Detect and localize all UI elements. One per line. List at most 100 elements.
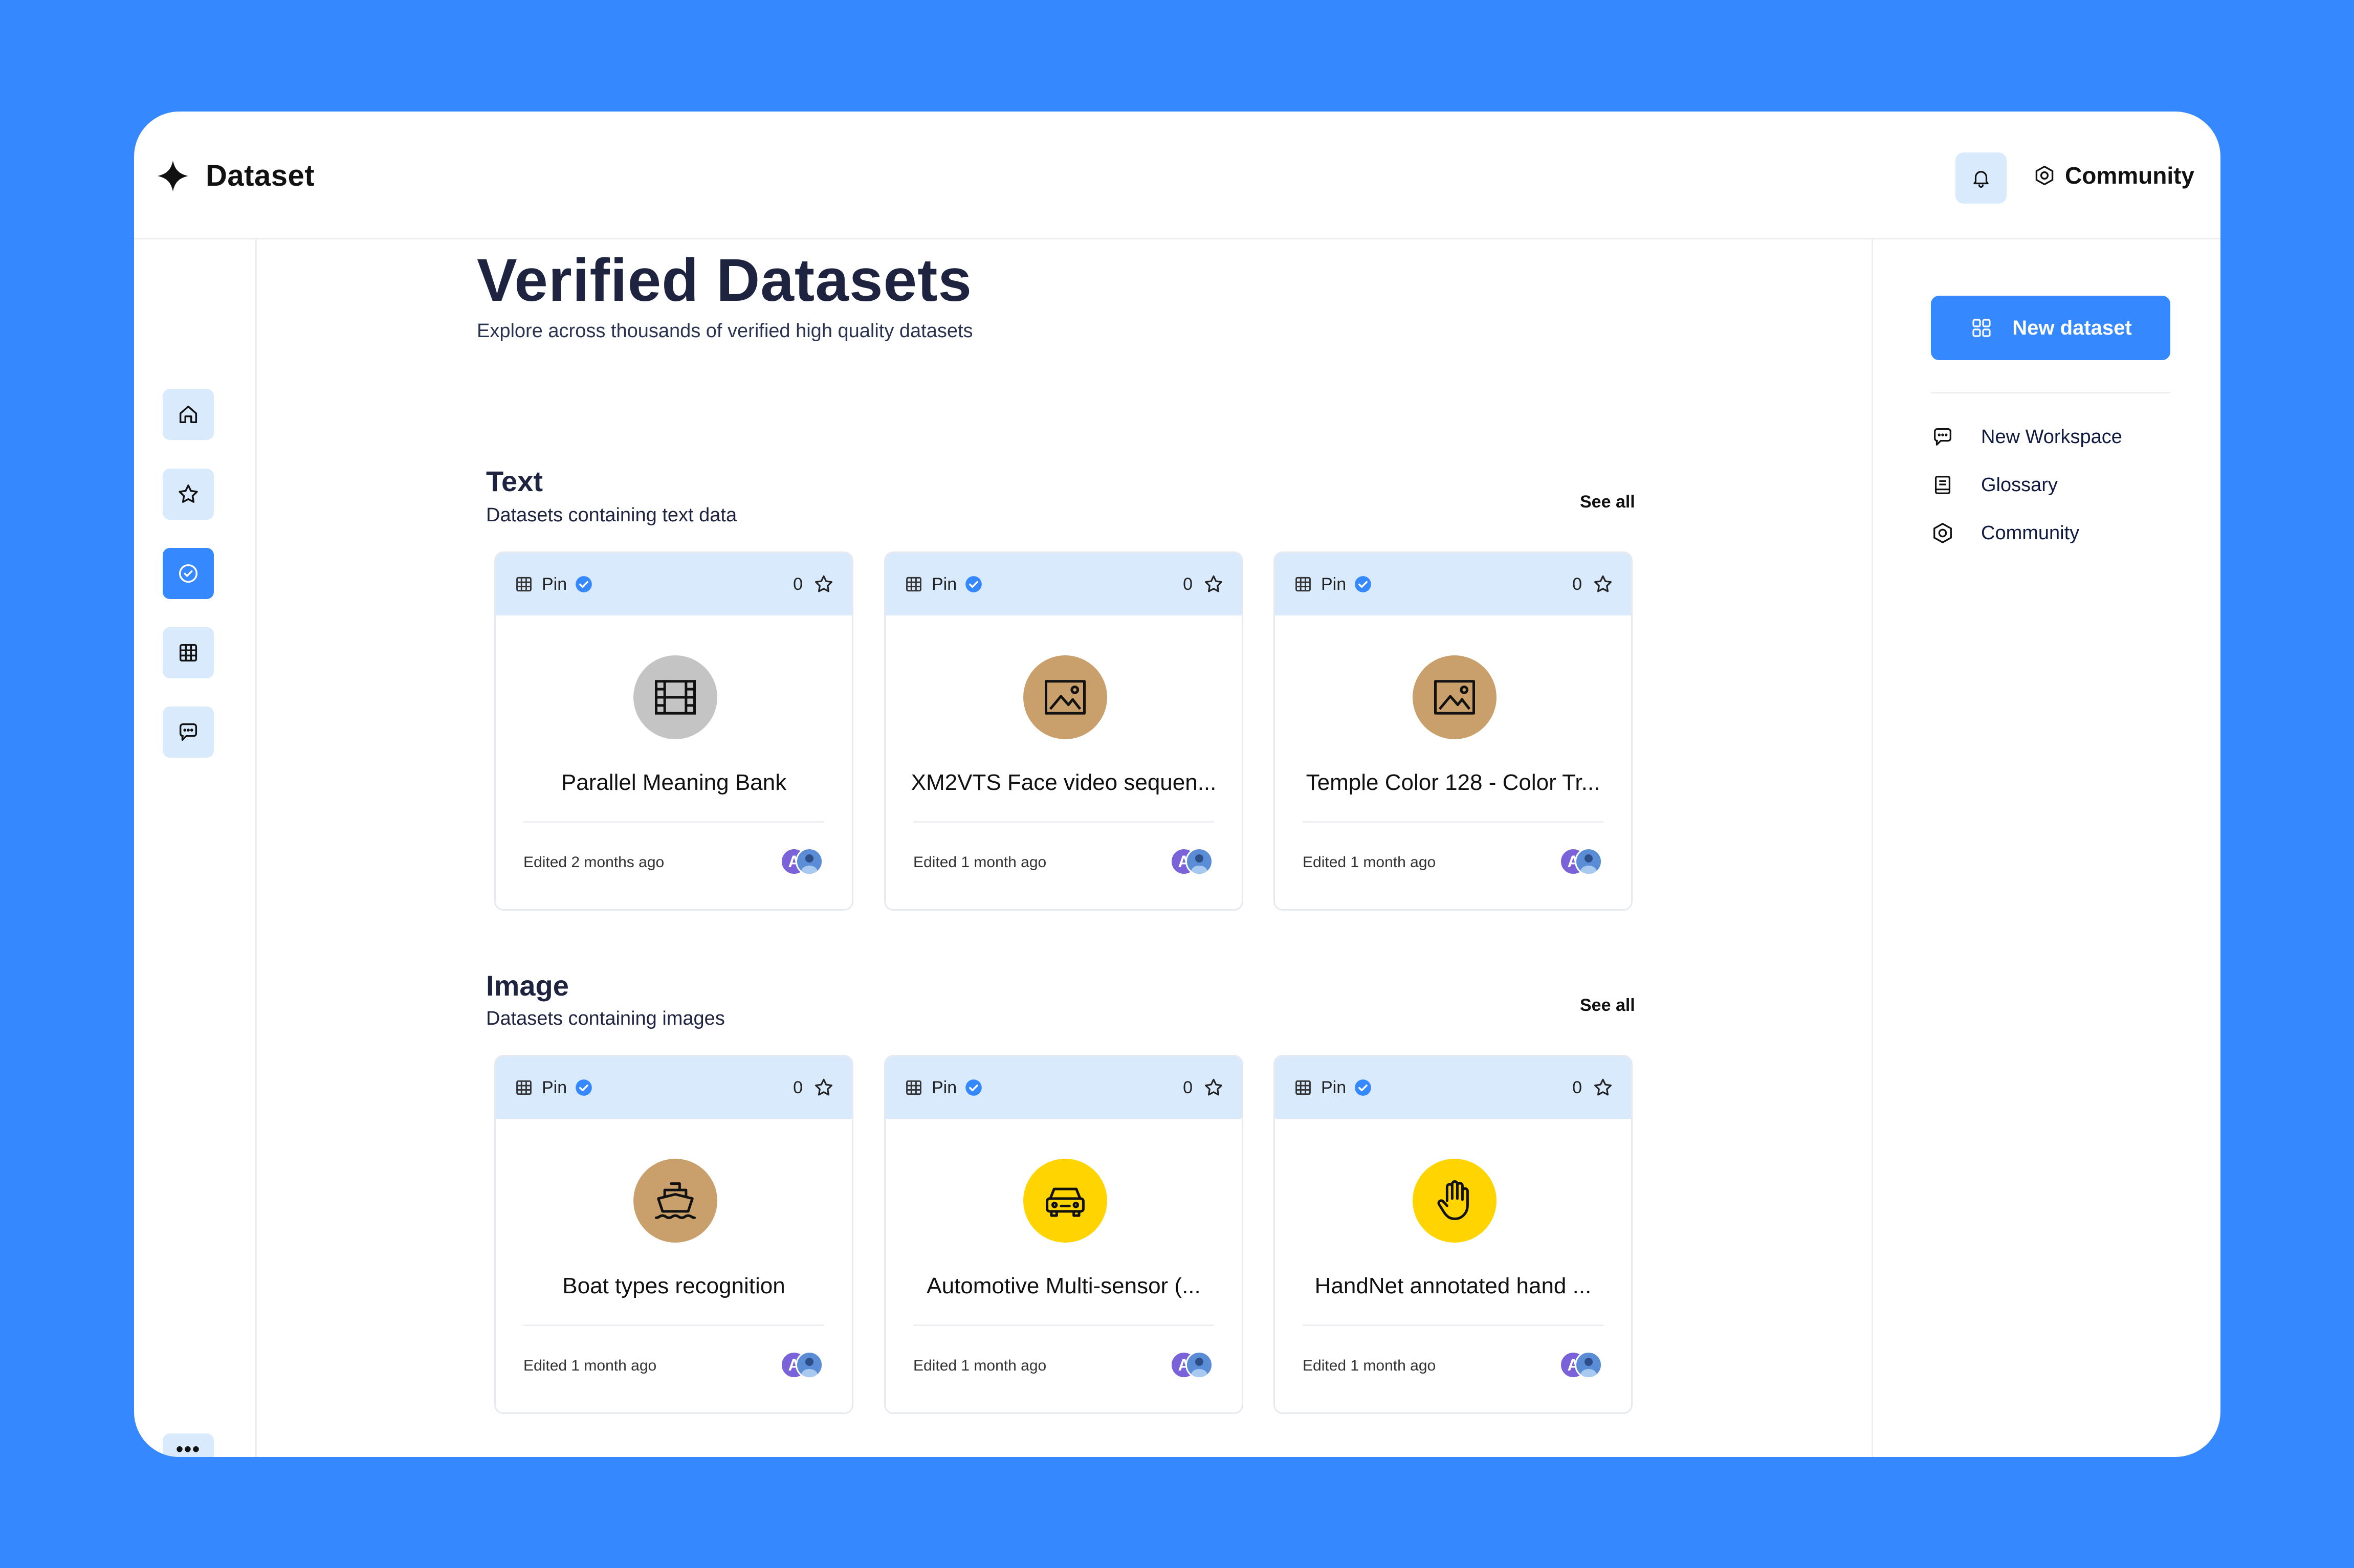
pin-label: Pin bbox=[1321, 1077, 1347, 1097]
card-header: Pin 0 bbox=[886, 553, 1242, 615]
star-count: 0 bbox=[793, 1077, 803, 1097]
link-community[interactable]: Community bbox=[1931, 518, 2079, 548]
divider bbox=[1931, 392, 2170, 393]
dataset-card[interactable]: Pin 0 Boat types recognition Edited 1 mo… bbox=[494, 1055, 853, 1414]
left-rail: ••• bbox=[134, 239, 257, 1457]
star-count: 0 bbox=[793, 574, 803, 594]
table-icon bbox=[1295, 1080, 1311, 1095]
card-header: Pin 0 bbox=[496, 1056, 852, 1119]
star-icon bbox=[1205, 1078, 1222, 1096]
car-icon bbox=[1046, 1187, 1085, 1217]
avatar bbox=[1185, 1351, 1213, 1379]
dataset-card[interactable]: Pin 0 XM2VTS Face video sequen... Edited… bbox=[884, 551, 1243, 911]
pin-label: Pin bbox=[542, 1077, 567, 1097]
pin-label: Pin bbox=[932, 1077, 957, 1097]
collaborator-avatars: A bbox=[780, 848, 823, 875]
dataset-card[interactable]: Pin 0 Automotive Multi-sensor (... Edite… bbox=[884, 1055, 1243, 1414]
star-icon bbox=[815, 575, 832, 592]
avatar bbox=[1575, 848, 1602, 875]
dataset-type-icon bbox=[633, 1159, 717, 1243]
see-all-text-link[interactable]: See all bbox=[1580, 492, 1635, 512]
edited-time: Edited 1 month ago bbox=[913, 854, 1047, 871]
pin-button[interactable]: Pin bbox=[1293, 1077, 1373, 1098]
nav-tables[interactable] bbox=[163, 627, 214, 678]
collaborator-avatars: A bbox=[1559, 848, 1602, 875]
card-divider bbox=[913, 821, 1214, 823]
dataset-card[interactable]: Pin 0 Parallel Meaning Bank Edited 2 mon… bbox=[494, 551, 853, 911]
card-header: Pin 0 bbox=[496, 553, 852, 615]
link-new-workspace[interactable]: New Workspace bbox=[1931, 422, 2122, 452]
star-count: 0 bbox=[1183, 574, 1193, 594]
star-button[interactable]: 0 bbox=[793, 573, 834, 595]
dataset-name: Boat types recognition bbox=[562, 1273, 785, 1298]
verified-badge-icon bbox=[965, 1079, 982, 1096]
edited-time: Edited 1 month ago bbox=[523, 1357, 657, 1374]
star-button[interactable]: 0 bbox=[793, 1077, 834, 1098]
edited-time: Edited 1 month ago bbox=[1303, 854, 1436, 871]
star-button[interactable]: 0 bbox=[1183, 1077, 1224, 1098]
card-divider bbox=[523, 1324, 824, 1326]
nav-verified[interactable] bbox=[163, 548, 214, 599]
hexagon-icon bbox=[1933, 522, 1952, 544]
collaborator-avatars: A bbox=[1170, 848, 1213, 875]
dataset-card[interactable]: Pin 0 Temple Color 128 - Color Tr... Edi… bbox=[1273, 551, 1633, 911]
link-glossary[interactable]: Glossary bbox=[1931, 470, 2058, 500]
avatar bbox=[1185, 848, 1213, 875]
dataset-name: Parallel Meaning Bank bbox=[561, 770, 787, 795]
see-all-image-link[interactable]: See all bbox=[1580, 996, 1635, 1015]
nav-home[interactable] bbox=[163, 389, 214, 440]
verified-badge-icon bbox=[1355, 1079, 1371, 1096]
new-dataset-label: New dataset bbox=[2012, 316, 2132, 339]
section-title-text: Text bbox=[486, 465, 543, 497]
pin-button[interactable]: Pin bbox=[904, 1077, 983, 1098]
rail-user-group: ••• bbox=[163, 1433, 214, 1457]
star-count: 0 bbox=[1572, 1077, 1582, 1097]
collaborator-avatars: A bbox=[1559, 1351, 1602, 1379]
star-button[interactable]: 0 bbox=[1183, 573, 1224, 595]
chat-icon bbox=[179, 723, 197, 741]
more-options-icon[interactable]: ••• bbox=[163, 1437, 214, 1457]
avatar bbox=[1575, 1351, 1602, 1379]
check-circle-icon bbox=[179, 564, 198, 583]
star-icon bbox=[179, 484, 198, 503]
section-subtitle-image: Datasets containing images bbox=[486, 1008, 725, 1029]
card-header: Pin 0 bbox=[886, 1056, 1242, 1119]
page-subtitle: Explore across thousands of verified hig… bbox=[477, 320, 973, 342]
top-bar: Dataset Community bbox=[134, 112, 2220, 239]
pin-button[interactable]: Pin bbox=[1293, 573, 1373, 595]
star-icon bbox=[815, 1078, 832, 1096]
home-icon bbox=[179, 405, 197, 424]
app-title: Dataset bbox=[206, 159, 315, 192]
card-header: Pin 0 bbox=[1275, 1056, 1631, 1119]
section-subtitle-text: Datasets containing text data bbox=[486, 504, 737, 526]
pin-button[interactable]: Pin bbox=[904, 573, 983, 595]
table-icon bbox=[516, 1080, 532, 1095]
dataset-card[interactable]: Pin 0 HandNet annotated hand ... Edited … bbox=[1273, 1055, 1633, 1414]
dataset-name: Temple Color 128 - Color Tr... bbox=[1306, 770, 1600, 795]
notifications-button[interactable] bbox=[1955, 152, 2007, 204]
link-label: New Workspace bbox=[1981, 426, 2122, 448]
community-menu[interactable]: Community bbox=[2033, 158, 2194, 193]
star-icon bbox=[1594, 575, 1612, 592]
book-icon bbox=[1934, 476, 1951, 494]
star-button[interactable]: 0 bbox=[1572, 1077, 1614, 1098]
dataset-type-icon bbox=[1413, 655, 1497, 739]
nav-messages[interactable] bbox=[163, 706, 214, 758]
pin-button[interactable]: Pin bbox=[514, 573, 593, 595]
nav-favorites[interactable] bbox=[163, 469, 214, 520]
pin-button[interactable]: Pin bbox=[514, 1077, 593, 1098]
new-dataset-button[interactable]: New dataset bbox=[1931, 296, 2170, 360]
avatar bbox=[796, 1351, 823, 1379]
table-icon bbox=[906, 577, 921, 592]
right-panel: New dataset New Workspace Glossary Commu… bbox=[1872, 239, 2220, 1457]
star-button[interactable]: 0 bbox=[1572, 573, 1614, 595]
page-title: Verified Datasets bbox=[477, 247, 973, 314]
star-icon bbox=[1594, 1078, 1612, 1096]
brand[interactable]: Dataset bbox=[157, 159, 315, 193]
card-divider bbox=[523, 821, 824, 823]
pin-label: Pin bbox=[932, 574, 957, 594]
card-divider bbox=[1303, 1324, 1603, 1326]
image-icon bbox=[1434, 680, 1475, 715]
grid-icon bbox=[1972, 319, 1991, 337]
image-icon bbox=[1045, 680, 1086, 715]
